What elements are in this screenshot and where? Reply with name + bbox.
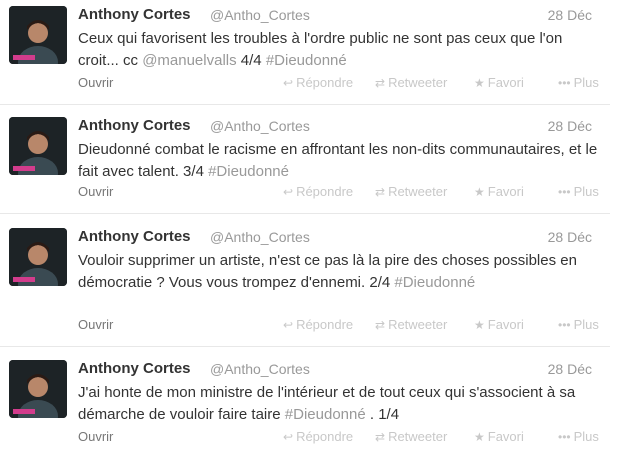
hashtag-link[interactable]: #Dieudonné	[285, 406, 366, 423]
author-name[interactable]: Anthony Cortes	[78, 6, 191, 23]
reply-button[interactable]: ↩ Répondre	[283, 317, 353, 332]
retweet-button[interactable]: ⇄ Retweeter	[375, 75, 447, 90]
open-link[interactable]: Ouvrir	[78, 317, 113, 332]
star-icon: ★	[474, 185, 485, 199]
favorite-button[interactable]: ★ Favori	[474, 429, 524, 444]
more-button[interactable]: ••• Plus	[558, 317, 599, 332]
open-link[interactable]: Ouvrir	[78, 429, 113, 444]
retweet-button[interactable]: ⇄ Retweeter	[375, 317, 447, 332]
more-dots-icon: •••	[558, 185, 571, 199]
hashtag-link[interactable]: #Dieudonné	[266, 52, 347, 69]
tweet[interactable]: Anthony Cortes @Antho_Cortes 28 Déc Dieu…	[0, 117, 610, 214]
author-handle[interactable]: @Antho_Cortes	[210, 361, 310, 377]
author-name[interactable]: Anthony Cortes	[78, 117, 191, 134]
tweet[interactable]: Anthony Cortes @Antho_Cortes 28 Déc Ceux…	[0, 6, 610, 105]
reply-button[interactable]: ↩ Répondre	[283, 75, 353, 90]
more-button[interactable]: ••• Plus	[558, 184, 599, 199]
author-name[interactable]: Anthony Cortes	[78, 228, 191, 245]
tweet-text: Ceux qui favorisent les troubles à l'ord…	[78, 30, 563, 69]
open-link[interactable]: Ouvrir	[78, 184, 113, 199]
retweet-icon: ⇄	[375, 76, 386, 90]
more-dots-icon: •••	[558, 430, 571, 444]
author-handle[interactable]: @Antho_Cortes	[210, 7, 310, 23]
author-handle[interactable]: @Antho_Cortes	[210, 118, 310, 134]
more-dots-icon: •••	[558, 318, 571, 332]
favorite-button[interactable]: ★ Favori	[474, 75, 524, 90]
tweet-text: Vouloir supprimer un artiste, n'est ce p…	[78, 252, 577, 291]
reply-icon: ↩	[283, 76, 294, 90]
tweet[interactable]: Anthony Cortes @Antho_Cortes 28 Déc J'ai…	[0, 360, 610, 454]
tweet[interactable]: Anthony Cortes @Antho_Cortes 28 Déc Voul…	[0, 228, 610, 347]
open-link[interactable]: Ouvrir	[78, 75, 113, 90]
tweet-text: J'ai honte de mon ministre de l'intérieu…	[78, 384, 576, 423]
tweet-date[interactable]: 28 Déc	[548, 361, 592, 377]
reply-button[interactable]: ↩ Répondre	[283, 429, 353, 444]
author-handle[interactable]: @Antho_Cortes	[210, 229, 310, 245]
avatar[interactable]	[9, 6, 67, 64]
retweet-button[interactable]: ⇄ Retweeter	[375, 429, 447, 444]
favorite-button[interactable]: ★ Favori	[474, 317, 524, 332]
tweet-date[interactable]: 28 Déc	[548, 7, 592, 23]
avatar[interactable]	[9, 117, 67, 175]
avatar[interactable]	[9, 360, 67, 418]
reply-icon: ↩	[283, 185, 294, 199]
mention-link[interactable]: @manuelvalls	[142, 52, 236, 69]
tweet-text: Dieudonné combat le racisme en affrontan…	[78, 141, 598, 180]
reply-icon: ↩	[283, 318, 294, 332]
star-icon: ★	[474, 430, 485, 444]
avatar[interactable]	[9, 228, 67, 286]
star-icon: ★	[474, 76, 485, 90]
tweet-timeline: Anthony Cortes @Antho_Cortes 28 Déc Ceux…	[0, 0, 630, 456]
tweet-date[interactable]: 28 Déc	[548, 118, 592, 134]
tweet-date[interactable]: 28 Déc	[548, 229, 592, 245]
reply-button[interactable]: ↩ Répondre	[283, 184, 353, 199]
retweet-icon: ⇄	[375, 318, 386, 332]
hashtag-link[interactable]: #Dieudonné	[208, 163, 289, 180]
star-icon: ★	[474, 318, 485, 332]
reply-icon: ↩	[283, 430, 294, 444]
more-button[interactable]: ••• Plus	[558, 429, 599, 444]
more-dots-icon: •••	[558, 76, 571, 90]
retweet-icon: ⇄	[375, 185, 386, 199]
author-name[interactable]: Anthony Cortes	[78, 360, 191, 377]
favorite-button[interactable]: ★ Favori	[474, 184, 524, 199]
retweet-icon: ⇄	[375, 430, 386, 444]
retweet-button[interactable]: ⇄ Retweeter	[375, 184, 447, 199]
hashtag-link[interactable]: #Dieudonné	[394, 274, 475, 291]
more-button[interactable]: ••• Plus	[558, 75, 599, 90]
